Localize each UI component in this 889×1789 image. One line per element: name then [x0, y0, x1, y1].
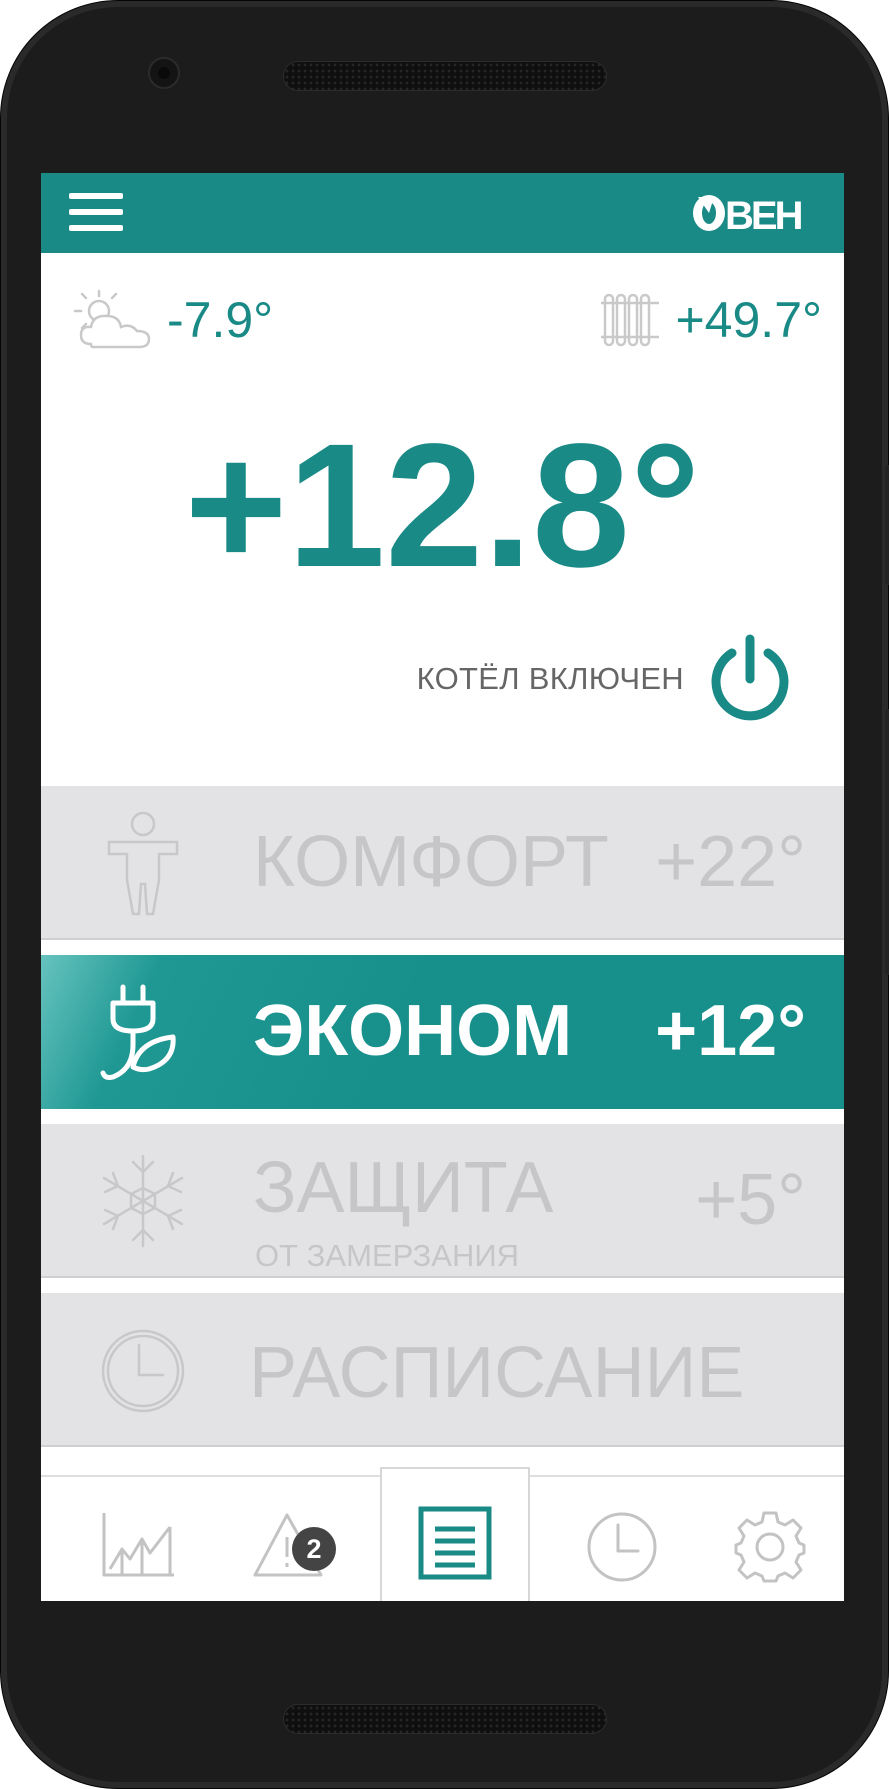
radiator-temperature: +49.7°	[599, 285, 822, 355]
mode-temp: +22°	[655, 822, 806, 902]
chart-icon	[102, 1513, 174, 1577]
outdoor-temperature: -7.9°	[71, 285, 273, 355]
clock-icon	[101, 1329, 185, 1413]
partly-cloudy-icon	[73, 289, 151, 349]
front-camera	[148, 57, 180, 89]
mode-temp: +5°	[695, 1160, 806, 1240]
mode-name: ЗАЩИТА	[253, 1148, 554, 1228]
power-side-button[interactable]	[885, 709, 889, 975]
list-icon	[418, 1506, 492, 1580]
bottom-speaker	[283, 1704, 607, 1734]
gear-icon	[734, 1511, 806, 1583]
mode-frost-protection[interactable]: ЗАЩИТА ОТ ЗАМЕРЗАНИЯ +5°	[41, 1124, 844, 1278]
nav-schedule[interactable]	[545, 1477, 695, 1601]
nav-settings[interactable]	[693, 1477, 843, 1601]
nav-alerts[interactable]: 2	[214, 1477, 364, 1601]
mode-economy[interactable]: ЭКОНОМ +12°	[41, 955, 844, 1109]
mode-temp: +12°	[655, 991, 806, 1071]
nav-modes[interactable]	[380, 1467, 530, 1601]
current-temperature: +12.8°	[184, 408, 701, 604]
mode-schedule[interactable]: РАСПИСАНИЕ	[41, 1293, 844, 1447]
brand-logo: ВЕН	[692, 191, 822, 235]
mode-name: КОМФОРТ	[253, 822, 609, 902]
power-icon[interactable]	[704, 633, 796, 725]
menu-icon[interactable]	[69, 193, 123, 231]
top-bar: ВЕН	[41, 173, 844, 253]
alert-count-badge: 2	[292, 1527, 336, 1571]
radiator-icon	[601, 293, 660, 347]
phone-frame: ВЕН -7.9° +49.7° +12.8° КОТЁЛ ВКЛЮЧЕН КО…	[0, 0, 889, 1789]
eco-plug-leaf-icon	[100, 984, 176, 1080]
top-speaker	[283, 61, 607, 91]
nav-chart[interactable]	[61, 1477, 211, 1601]
app-screen: ВЕН -7.9° +49.7° +12.8° КОТЁЛ ВКЛЮЧЕН КО…	[41, 173, 844, 1601]
mode-name: РАСПИСАНИЕ	[249, 1333, 745, 1413]
person-icon	[107, 811, 179, 916]
svg-text:ВЕН: ВЕН	[725, 194, 802, 233]
oven-logo-icon: ВЕН	[693, 194, 805, 233]
mode-subtitle: ОТ ЗАМЕРЗАНИЯ	[255, 1238, 520, 1273]
outdoor-temp-value: -7.9°	[167, 292, 274, 348]
radiator-temp-value: +49.7°	[675, 292, 822, 348]
mode-name: ЭКОНОМ	[253, 991, 573, 1071]
snowflake-icon	[102, 1154, 184, 1248]
clock-icon	[587, 1512, 657, 1582]
volume-button[interactable]	[885, 465, 889, 585]
mode-comfort[interactable]: КОМФОРТ +22°	[41, 786, 844, 940]
boiler-status: КОТЁЛ ВКЛЮЧЕН	[416, 661, 684, 696]
bottom-navigation: 2	[41, 1467, 844, 1601]
